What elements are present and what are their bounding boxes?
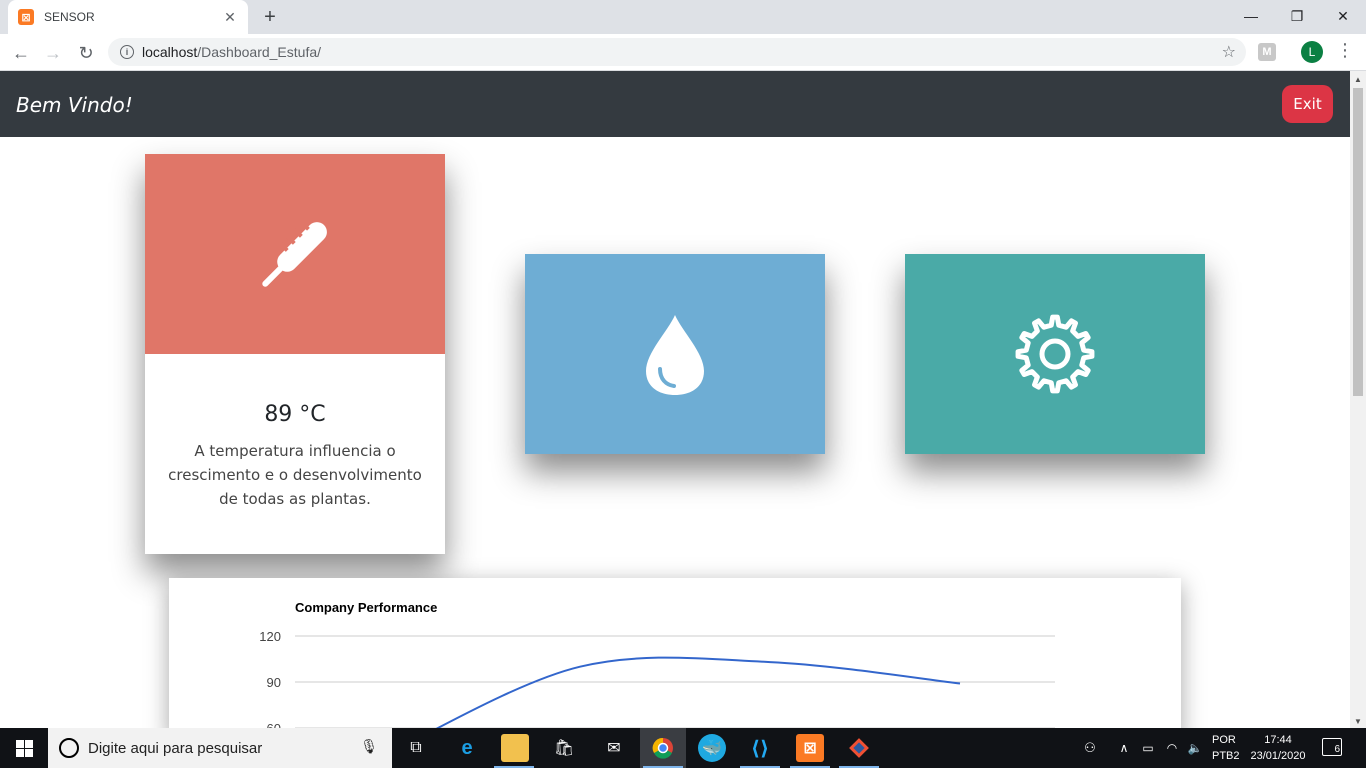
temperature-value: 89 °C bbox=[264, 402, 326, 427]
windows-taskbar: Digite aqui para pesquisar 🎙 ⧉ e 🛍 ✉ 🐳 ⟨… bbox=[0, 728, 1366, 768]
water-drop-icon bbox=[646, 315, 704, 395]
microsoft-store-icon[interactable]: 🛍 bbox=[550, 734, 578, 762]
chart-title: Company Performance bbox=[295, 600, 437, 615]
back-arrow-icon[interactable]: ← bbox=[8, 40, 34, 66]
clock-time: 17:44 bbox=[1264, 734, 1292, 746]
y-tick-label: 90 bbox=[267, 675, 281, 690]
settings-card-header bbox=[905, 254, 1205, 454]
keyboard-layout: PTB2 bbox=[1212, 750, 1240, 762]
performance-chart: Company Performance 1209060 bbox=[259, 600, 1055, 738]
series-line-0 bbox=[416, 656, 961, 738]
input-language-indicator[interactable]: POR PTB2 bbox=[1212, 732, 1240, 764]
temperature-description: A temperatura influencia o crescimento e… bbox=[168, 442, 422, 508]
taskbar-search-box[interactable]: Digite aqui para pesquisar 🎙 bbox=[48, 728, 392, 768]
temperature-card[interactable]: 89 °C A temperatura influencia o crescim… bbox=[145, 154, 445, 554]
browser-tab-bar: ⊠ SENSOR ✕ + — ❐ ✕ bbox=[0, 0, 1366, 34]
thermometer-icon bbox=[262, 220, 327, 287]
forward-arrow-icon[interactable]: → bbox=[40, 40, 66, 66]
task-view-icon[interactable]: ⧉ bbox=[402, 734, 430, 762]
browser-toolbar: ← → ↻ i localhost/Dashboard_Estufa/ ☆ bbox=[0, 34, 1366, 71]
edge-browser-icon[interactable]: e bbox=[453, 734, 481, 762]
humidity-card[interactable] bbox=[525, 254, 825, 454]
xampp-favicon-icon: ⊠ bbox=[18, 9, 34, 25]
app-header: Bem Vindo! Exit bbox=[0, 71, 1350, 137]
page-scrollbar[interactable]: ▲ ▼ bbox=[1350, 71, 1366, 728]
browser-menu-icon[interactable]: ⋮ bbox=[1336, 40, 1354, 61]
notification-count: 6 bbox=[1334, 744, 1340, 755]
docker-icon[interactable]: 🐳 bbox=[698, 734, 726, 762]
site-info-icon[interactable]: i bbox=[120, 45, 134, 59]
address-bar[interactable]: i localhost/Dashboard_Estufa/ ☆ bbox=[108, 38, 1246, 66]
people-icon[interactable]: ⚇ bbox=[1076, 734, 1104, 762]
scroll-down-icon[interactable]: ▼ bbox=[1354, 717, 1362, 726]
vscode-icon[interactable]: ⟨⟩ bbox=[746, 734, 774, 762]
reload-icon[interactable]: ↻ bbox=[73, 40, 99, 66]
action-center-icon[interactable]: 6 bbox=[1322, 738, 1342, 756]
url-path: /Dashboard_Estufa/ bbox=[197, 44, 322, 60]
temperature-card-body: 89 °C A temperatura influencia o crescim… bbox=[145, 354, 445, 554]
cortana-icon bbox=[59, 738, 79, 758]
performance-chart-panel: Company Performance 1209060 bbox=[169, 578, 1181, 738]
taskbar-clock[interactable]: 17:44 23/01/2020 bbox=[1246, 732, 1310, 764]
scroll-thumb[interactable] bbox=[1353, 88, 1363, 396]
new-tab-button[interactable]: + bbox=[258, 5, 282, 29]
settings-card[interactable] bbox=[905, 254, 1205, 454]
brand-title: Bem Vindo! bbox=[16, 93, 133, 117]
taskbar-search-placeholder: Digite aqui para pesquisar bbox=[88, 739, 263, 757]
profile-avatar[interactable]: L bbox=[1301, 41, 1323, 63]
language-code: POR bbox=[1212, 734, 1236, 746]
exit-button[interactable]: Exit bbox=[1282, 85, 1333, 123]
clock-date: 23/01/2020 bbox=[1250, 750, 1306, 762]
windows-logo-icon bbox=[15, 739, 33, 757]
mail-icon[interactable]: ✉ bbox=[600, 734, 628, 762]
url-host: localhost bbox=[142, 44, 198, 60]
bookmark-star-icon[interactable]: ☆ bbox=[1222, 42, 1236, 62]
volume-icon[interactable]: 🔈 bbox=[1181, 734, 1209, 762]
windows-start-button[interactable] bbox=[0, 728, 48, 768]
extension-icon[interactable]: M bbox=[1258, 43, 1276, 61]
y-tick-label: 120 bbox=[259, 629, 281, 644]
minimize-icon[interactable]: — bbox=[1228, 0, 1274, 32]
temperature-card-header bbox=[145, 154, 445, 354]
chrome-icon[interactable] bbox=[649, 734, 677, 762]
window-close-icon[interactable]: ✕ bbox=[1320, 0, 1366, 32]
humidity-card-header bbox=[525, 254, 825, 454]
tab-title: SENSOR bbox=[44, 10, 95, 24]
scroll-up-icon[interactable]: ▲ bbox=[1354, 75, 1362, 84]
browser-tab[interactable]: ⊠ SENSOR ✕ bbox=[8, 0, 248, 34]
gear-icon bbox=[1015, 314, 1095, 394]
microphone-icon[interactable]: 🎙 bbox=[360, 738, 378, 755]
git-icon[interactable] bbox=[845, 734, 873, 762]
xampp-icon[interactable]: ⊠ bbox=[796, 734, 824, 762]
tab-close-icon[interactable]: ✕ bbox=[222, 9, 238, 26]
restore-icon[interactable]: ❐ bbox=[1274, 0, 1320, 32]
file-explorer-icon[interactable] bbox=[501, 734, 529, 762]
